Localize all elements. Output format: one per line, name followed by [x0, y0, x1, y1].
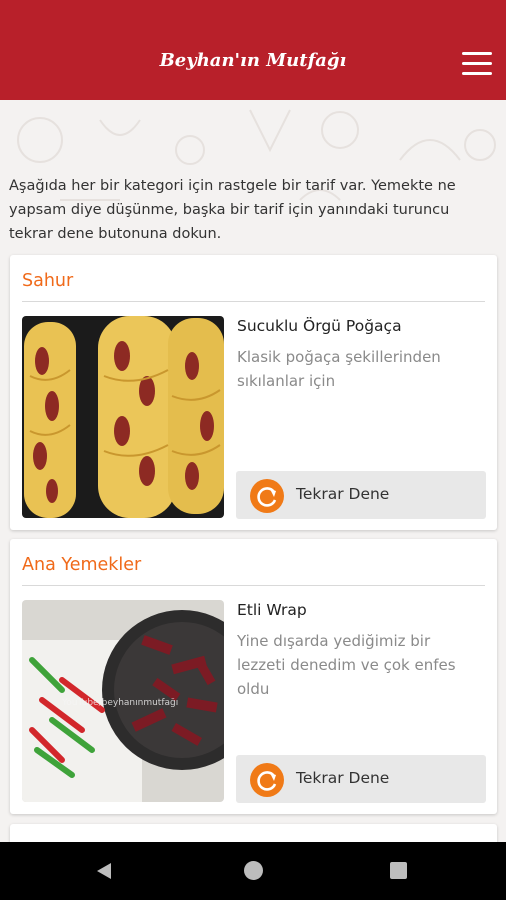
category-card-sahur: Sahur Sucuklu Örgü Poğaça Klasik poğaça …: [10, 255, 497, 530]
retry-label: Tekrar Dene: [296, 769, 390, 787]
recent-square-icon[interactable]: [390, 862, 407, 879]
category-title: Ana Yemekler: [22, 555, 142, 575]
recipe-name[interactable]: Etli Wrap: [237, 601, 487, 619]
menu-line: [462, 72, 492, 75]
system-nav-bar: [0, 842, 506, 900]
recipe-description: Klasik poğaça şekillerinden sıkılanlar i…: [237, 348, 441, 390]
category-title: Sahur: [22, 271, 74, 291]
back-triangle-icon[interactable]: [94, 861, 114, 881]
recipe-name[interactable]: Sucuklu Örgü Poğaça: [237, 317, 487, 335]
retry-label: Tekrar Dene: [296, 485, 390, 503]
recipe-description: Yine dışarda yediğimiz bir lezzeti dened…: [237, 632, 456, 698]
divider: [22, 301, 485, 302]
recipe-image[interactable]: [22, 316, 224, 518]
retry-button[interactable]: Tekrar Dene: [236, 755, 486, 803]
app-title: Beyhan'ın Mutfağı: [159, 50, 347, 71]
retry-button[interactable]: Tekrar Dene: [236, 471, 486, 519]
refresh-icon: [250, 479, 284, 513]
divider: [22, 585, 485, 586]
watermark-text: YouTube/beyhanınmutfağı: [61, 698, 178, 708]
app-header: Beyhan'ın Mutfağı: [0, 0, 506, 100]
menu-button[interactable]: [462, 52, 492, 76]
category-card-partial: [10, 824, 497, 842]
intro-text: Aşağıda her bir kategori için rastgele b…: [9, 178, 456, 242]
refresh-icon: [250, 763, 284, 797]
home-circle-icon[interactable]: [244, 861, 263, 880]
main-content[interactable]: Aşağıda her bir kategori için rastgele b…: [0, 100, 506, 842]
category-card-ana-yemekler: Ana Yemekler YouTube/beyhanınmutfağı Etl…: [10, 539, 497, 814]
hamburger-menu-icon: [462, 52, 492, 55]
menu-line: [462, 62, 492, 65]
recipe-image[interactable]: YouTube/beyhanınmutfağı: [22, 600, 224, 802]
